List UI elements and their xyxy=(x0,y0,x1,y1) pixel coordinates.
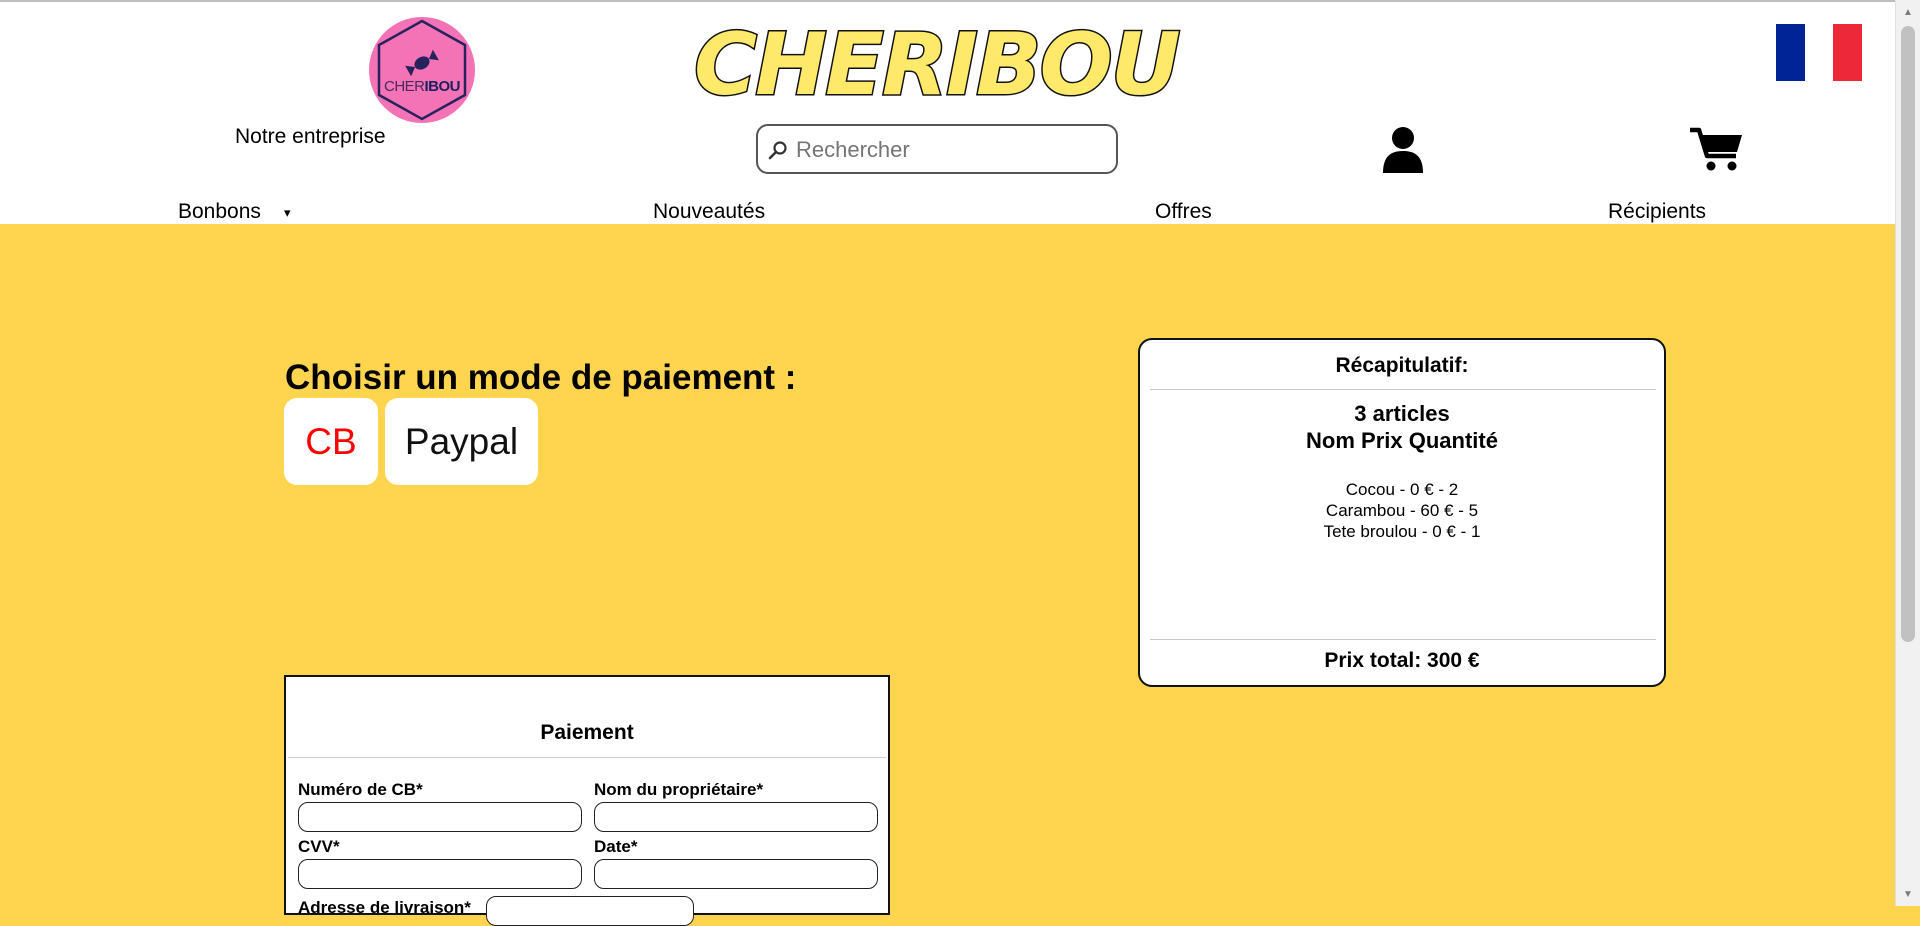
brand-logo-wordmark: CHERIBOU xyxy=(693,14,1184,117)
page-scrollbar[interactable]: ▲ ▼ xyxy=(1895,0,1920,906)
order-summary-panel: Récapitulatif: 3 articles Nom Prix Quant… xyxy=(1138,338,1666,687)
cvv-label: CVV* xyxy=(298,837,340,856)
scroll-up-arrow-icon[interactable]: ▲ xyxy=(1896,2,1920,22)
payment-form: Paiement Numéro de CB* Nom du propriétai… xyxy=(284,675,890,926)
summary-item-list: Cocou - 0 € - 2 Carambou - 60 € - 5 Tete… xyxy=(1140,479,1664,542)
payment-form-divider xyxy=(288,757,886,758)
summary-title: Récapitulatif: xyxy=(1335,354,1469,377)
nav-item-recipients[interactable]: Récipients xyxy=(1608,200,1706,224)
payment-form-title: Paiement xyxy=(540,721,634,744)
delivery-address-label: Adresse de livraison* xyxy=(298,898,471,917)
search-box[interactable] xyxy=(756,124,1118,174)
logo-text-part2: IBOU xyxy=(424,78,461,95)
user-account-icon[interactable] xyxy=(1382,126,1424,174)
summary-columns-header: Nom Prix Quantité xyxy=(1306,428,1498,453)
owner-name-input[interactable] xyxy=(594,802,878,832)
logo-text: CHERIBOU xyxy=(369,78,475,95)
scrollbar-thumb[interactable] xyxy=(1901,26,1915,642)
flag-stripe-red xyxy=(1833,24,1863,81)
flag-stripe-blue xyxy=(1776,24,1805,81)
owner-name-label: Nom du propriétaire* xyxy=(594,780,764,799)
summary-item: Tete broulou - 0 € - 1 xyxy=(1323,522,1481,541)
summary-item: Carambou - 60 € - 5 xyxy=(1325,501,1479,520)
nav-item-nouveautes[interactable]: Nouveautés xyxy=(653,200,765,224)
summary-divider xyxy=(1150,389,1656,390)
summary-divider xyxy=(1150,639,1656,640)
card-number-label: Numéro de CB* xyxy=(298,780,423,799)
payment-method-cb-button[interactable]: CB xyxy=(284,398,378,485)
card-number-input[interactable] xyxy=(298,802,582,832)
scroll-down-arrow-icon[interactable]: ▼ xyxy=(1896,884,1920,904)
flag-stripe-white xyxy=(1804,24,1834,81)
chevron-down-icon[interactable]: ▾ xyxy=(284,205,291,221)
search-input[interactable] xyxy=(794,134,1108,166)
site-header: CHERIBOU Notre entreprise CHERIBOU Bonbo… xyxy=(0,2,1896,224)
payment-method-paypal-button[interactable]: Paypal xyxy=(385,398,538,485)
summary-article-count: 3 articles xyxy=(1354,401,1450,426)
site-logo[interactable]: CHERIBOU xyxy=(369,17,475,123)
logo-hexagon-icon xyxy=(377,19,467,121)
summary-total-price: Prix total: 300 € xyxy=(1324,649,1480,672)
date-input[interactable] xyxy=(594,859,878,889)
payment-method-title: Choisir un mode de paiement : xyxy=(285,358,797,397)
delivery-address-input[interactable] xyxy=(486,896,694,926)
language-flag-fr[interactable] xyxy=(1776,24,1863,81)
company-link[interactable]: Notre entreprise xyxy=(235,125,386,149)
shopping-cart-icon[interactable] xyxy=(1690,126,1744,172)
brand-title: CHERIBOU xyxy=(694,16,1180,106)
logo-text-part1: CHER xyxy=(383,78,425,95)
cvv-input[interactable] xyxy=(298,859,582,889)
search-icon xyxy=(768,141,787,160)
brand-logo[interactable]: CHERIBOU xyxy=(690,14,1210,117)
nav-item-bonbons[interactable]: Bonbons xyxy=(178,200,261,224)
date-label: Date* xyxy=(594,837,638,856)
nav-item-offres[interactable]: Offres xyxy=(1155,200,1212,224)
summary-item: Cocou - 0 € - 2 xyxy=(1345,480,1459,499)
